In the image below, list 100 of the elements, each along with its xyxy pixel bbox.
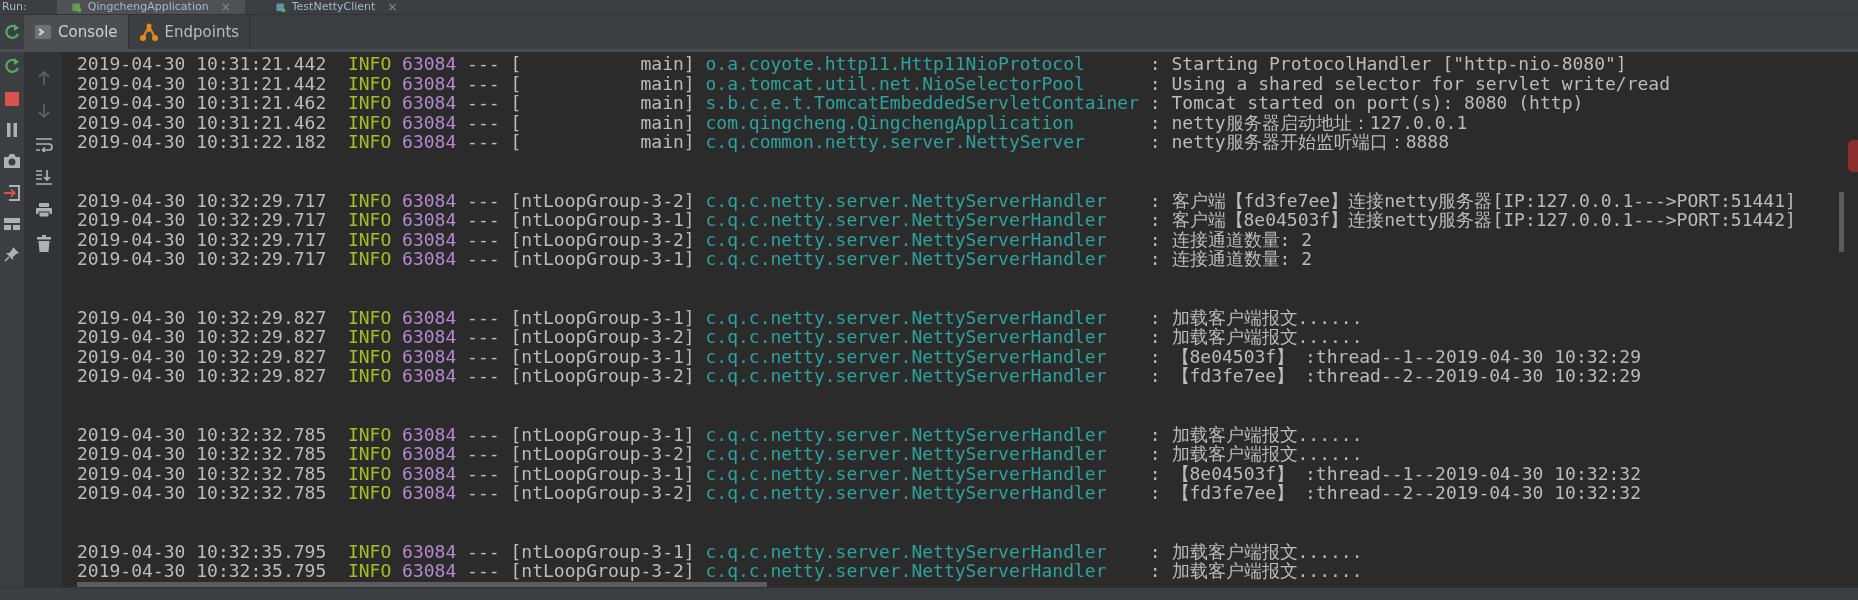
log-level: INFO [347,190,393,210]
log-message: : 加载客户端报文...... [1149,561,1363,581]
stop-icon[interactable] [4,91,20,107]
layout-icon[interactable] [3,217,21,231]
process-id: 63084 [402,444,458,464]
thread-name: [ntLoopGroup-3-2] [510,366,696,386]
log-message: : 加载客户端报文...... [1149,541,1363,561]
log-message: : 客户端【fd3fe7ee】连接netty服务器[IP:127.0.0.1--->PORT:51441] [1149,190,1796,210]
log-separator: --- [467,463,501,483]
close-icon[interactable]: × [387,0,398,14]
process-id: 63084 [402,249,458,269]
logger-name: c.q.c.netty.server.NettyServerHandler [705,249,1108,269]
rerun-icon[interactable] [2,22,22,42]
run-tab[interactable]: QingchengApplication × [56,0,245,14]
logger-name: c.q.common.netty.server.NettyServer [705,132,1086,152]
logger-name: c.q.c.netty.server.NettyServerHandler [705,444,1108,464]
pause-icon[interactable] [5,122,19,138]
log-timestamp: 2019-04-30 10:32:29.827 [77,346,328,366]
logger-name: c.q.c.netty.server.NettyServerHandler [705,561,1108,581]
process-id: 63084 [402,73,458,93]
process-id: 63084 [402,210,458,230]
log-timestamp: 2019-04-30 10:32:32.785 [77,463,328,483]
log-timestamp: 2019-04-30 10:32:35.795 [77,561,328,581]
logger-name: c.q.c.netty.server.NettyServerHandler [705,229,1108,249]
process-id: 63084 [402,424,458,444]
log-separator: --- [467,366,501,386]
log-message: : 加载客户端报文...... [1149,424,1363,444]
run-tab[interactable]: TestNettyClient × [260,0,412,14]
horizontal-scrollbar[interactable] [77,582,767,587]
log-level: INFO [347,483,393,503]
logger-name: c.q.c.netty.server.NettyServerHandler [705,307,1108,327]
thread-name: [ntLoopGroup-3-1] [510,307,696,327]
process-id: 63084 [402,463,458,483]
log-timestamp: 2019-04-30 10:31:21.442 [77,73,328,93]
log-level: INFO [347,229,393,249]
log-timestamp: 2019-04-30 10:31:21.462 [77,93,328,113]
log-message: : Tomcat started on port(s): 8080 (http) [1149,93,1584,113]
thread-name: [ntLoopGroup-3-2] [510,444,696,464]
log-level: INFO [347,54,393,74]
console-tab[interactable]: Console [24,15,129,49]
log-separator: --- [467,93,501,113]
thread-name: [ntLoopGroup-3-2] [510,561,696,581]
log-level: INFO [347,73,393,93]
log-message: : 【fd3fe7ee】 :thread--2--2019-04-30 10:32:32 [1149,483,1641,503]
thread-name: [ main] [510,132,696,152]
logger-name: c.q.c.netty.server.NettyServerHandler [705,346,1108,366]
run-label: Run: [2,0,27,14]
log-separator: --- [467,132,501,152]
console-tab[interactable]: Endpoints [128,15,251,49]
log-separator: --- [467,73,501,93]
log-message: : 加载客户端报文...... [1149,327,1363,347]
log-separator: --- [467,112,501,132]
log-separator: --- [467,346,501,366]
log-level: INFO [347,444,393,464]
thread-name: [ main] [510,73,696,93]
logger-name: o.a.tomcat.util.net.NioSelectorPool [705,73,1086,93]
thread-name: [ntLoopGroup-3-1] [510,541,696,561]
log-timestamp: 2019-04-30 10:31:21.442 [77,54,328,74]
vertical-scrollbar[interactable] [1839,192,1844,252]
log-separator: --- [467,210,501,230]
log-level: INFO [347,561,393,581]
process-id: 63084 [402,561,458,581]
logger-name: com.qingcheng.QingchengApplication [705,112,1075,132]
login-icon[interactable] [3,184,21,202]
process-id: 63084 [402,366,458,386]
thread-name: [ntLoopGroup-3-2] [510,190,696,210]
process-id: 63084 [402,132,458,152]
soft-wrap-icon[interactable] [34,136,53,152]
log-timestamp: 2019-04-30 10:32:29.827 [77,366,328,386]
thread-name: [ntLoopGroup-3-2] [510,483,696,503]
log-message: : Starting ProtocolHandler ["http-nio-8080"] [1149,54,1627,74]
process-id: 63084 [402,54,458,74]
trash-icon[interactable] [35,235,52,253]
log-message: : 客户端【8e04503f】连接netty服务器[IP:127.0.0.1--->PORT:51442] [1149,210,1796,230]
process-id: 63084 [402,327,458,347]
logger-name: c.q.c.netty.server.NettyServerHandler [705,210,1108,230]
thread-name: [ main] [510,54,696,74]
process-id: 63084 [402,112,458,132]
log-message: : 加载客户端报文...... [1149,307,1363,327]
log-level: INFO [347,541,393,561]
log-timestamp: 2019-04-30 10:32:32.785 [77,483,328,503]
log-message: : 【8e04503f】 :thread--1--2019-04-30 10:32:32 [1149,463,1641,483]
print-icon[interactable] [34,202,53,218]
camera-icon[interactable] [3,153,21,169]
log-separator: --- [467,444,501,464]
rerun-icon[interactable] [2,56,22,76]
logger-name: s.b.c.e.t.TomcatEmbeddedServletContainer [705,93,1140,113]
error-marker [1848,140,1858,172]
logger-name: c.q.c.netty.server.NettyServerHandler [705,366,1108,386]
log-level: INFO [347,463,393,483]
pin-icon[interactable] [4,246,20,262]
log-message: : 【fd3fe7ee】 :thread--2--2019-04-30 10:32:29 [1149,366,1641,386]
log-separator: --- [467,483,501,503]
log-timestamp: 2019-04-30 10:32:29.827 [77,327,328,347]
scroll-to-end-icon[interactable] [34,169,53,185]
log-level: INFO [347,424,393,444]
process-id: 63084 [402,541,458,561]
log-level: INFO [347,132,393,152]
process-id: 63084 [402,483,458,503]
log-separator: --- [467,249,501,269]
